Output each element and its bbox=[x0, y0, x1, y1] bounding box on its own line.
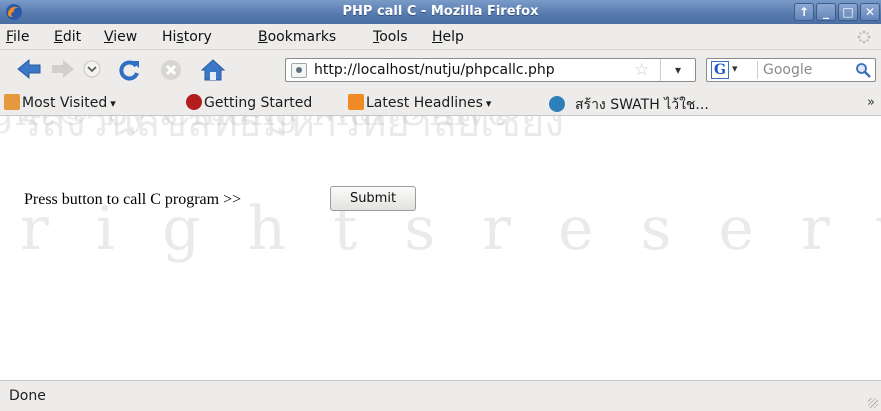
bookmark-most-visited[interactable]: Most Visited ▾ bbox=[4, 94, 116, 111]
menu-view[interactable]: View bbox=[104, 29, 137, 45]
url-bar[interactable]: http://localhost/nutju/phpcallc.php ☆ ▾ bbox=[285, 58, 696, 82]
firefox-icon bbox=[186, 94, 202, 110]
search-bar[interactable]: G ▾ Google bbox=[706, 58, 876, 82]
menu-file-label: ile bbox=[13, 29, 30, 45]
bookmark-most-visited-label: Most Visited bbox=[22, 95, 108, 111]
activity-throbber-icon bbox=[857, 30, 871, 44]
menu-bookmarks-label: ookmarks bbox=[267, 29, 337, 45]
title-bar[interactable]: PHP call C - Mozilla Firefox ↑ _ □ ✕ bbox=[0, 0, 881, 24]
status-text: Done bbox=[9, 388, 46, 404]
chevron-down-icon: ▾ bbox=[110, 97, 116, 110]
chevron-down-icon: ▾ bbox=[485, 97, 492, 110]
menu-history-accel: s bbox=[176, 29, 184, 45]
menu-tools-label: ools bbox=[379, 29, 408, 45]
status-bar: Done bbox=[0, 380, 881, 411]
submit-button[interactable]: Submit bbox=[330, 186, 416, 211]
most-visited-icon bbox=[4, 94, 20, 110]
call-c-prompt: Press button to call C program >> bbox=[24, 191, 242, 208]
history-dropdown-icon[interactable] bbox=[83, 58, 101, 80]
menu-tools[interactable]: Tools bbox=[373, 29, 408, 45]
window-title: PHP call C - Mozilla Firefox bbox=[342, 4, 539, 19]
navigation-toolbar: http://localhost/nutju/phpcallc.php ☆ ▾ … bbox=[0, 50, 881, 88]
bookmark-swath[interactable]: สร้าง SWATH ไว้ใช... bbox=[549, 94, 709, 116]
rss-icon bbox=[348, 94, 364, 110]
bookmark-swath-label: สร้าง SWATH ไว้ใช... bbox=[575, 97, 709, 113]
maximize-button[interactable]: □ bbox=[838, 3, 858, 21]
url-text[interactable]: http://localhost/nutju/phpcallc.php bbox=[314, 62, 555, 78]
menu-history[interactable]: History bbox=[162, 29, 212, 45]
search-engine-dropdown-icon[interactable]: ▾ bbox=[732, 62, 738, 75]
home-icon[interactable] bbox=[200, 58, 226, 82]
reload-icon[interactable] bbox=[117, 58, 141, 82]
page-content: ร์สงวนลิขสิทธิ์มหาวิทยาลัยเชียง ght© by … bbox=[0, 116, 881, 380]
site-identity-icon[interactable] bbox=[291, 63, 307, 78]
url-history-dropdown-icon[interactable]: ▾ bbox=[660, 59, 695, 81]
menu-edit-label: dit bbox=[62, 29, 82, 45]
watermark-mid: ght© by Chiang Mai Unive bbox=[0, 116, 510, 134]
menu-file-accel: F bbox=[6, 29, 14, 45]
close-button[interactable]: ✕ bbox=[860, 3, 880, 21]
menu-bar: File Edit View History Bookmarks Tools H… bbox=[0, 24, 881, 50]
bookmarks-overflow-button[interactable]: » bbox=[867, 95, 875, 110]
watermark-top: ร์สงวนลิขสิทธิ์มหาวิทยาลัยเชียง bbox=[20, 116, 564, 146]
bookmarks-toolbar: Most Visited ▾ Getting Started Latest Hea… bbox=[0, 88, 881, 116]
bookmark-getting-started[interactable]: Getting Started bbox=[186, 94, 312, 111]
bookmark-star-icon[interactable]: ☆ bbox=[634, 60, 649, 80]
menu-help-accel: H bbox=[432, 29, 443, 45]
search-input[interactable]: Google bbox=[763, 62, 812, 78]
search-engine-icon[interactable]: G bbox=[711, 61, 729, 79]
bookmark-latest-headlines[interactable]: Latest Headlines ▾ bbox=[348, 94, 491, 111]
resize-grip-icon[interactable] bbox=[868, 398, 878, 408]
menu-view-accel: V bbox=[104, 29, 114, 45]
stop-icon[interactable] bbox=[159, 58, 183, 82]
menu-help-label: elp bbox=[442, 29, 464, 45]
menu-view-label: iew bbox=[113, 29, 138, 45]
search-divider bbox=[757, 61, 758, 79]
firefox-window: PHP call C - Mozilla Firefox ↑ _ □ ✕ Fil… bbox=[0, 0, 881, 411]
menu-history-pre: Hi bbox=[162, 29, 177, 45]
menu-bookmarks-accel: B bbox=[258, 29, 268, 45]
menu-help[interactable]: Help bbox=[432, 29, 464, 45]
menu-edit-accel: E bbox=[54, 29, 63, 45]
search-icon[interactable] bbox=[855, 62, 871, 78]
window-menu-button[interactable]: ↑ bbox=[794, 3, 814, 21]
menu-edit[interactable]: Edit bbox=[54, 29, 81, 45]
forward-icon[interactable] bbox=[50, 58, 76, 80]
bookmark-getting-started-label: Getting Started bbox=[204, 95, 313, 111]
menu-bookmarks[interactable]: Bookmarks bbox=[258, 29, 336, 45]
menu-history-label: tory bbox=[183, 29, 212, 45]
minimize-button[interactable]: _ bbox=[816, 3, 836, 21]
wordpress-icon bbox=[549, 96, 565, 112]
menu-file[interactable]: File bbox=[6, 29, 29, 45]
back-icon[interactable] bbox=[16, 58, 42, 80]
bookmark-latest-headlines-label: Latest Headlines bbox=[366, 95, 483, 111]
